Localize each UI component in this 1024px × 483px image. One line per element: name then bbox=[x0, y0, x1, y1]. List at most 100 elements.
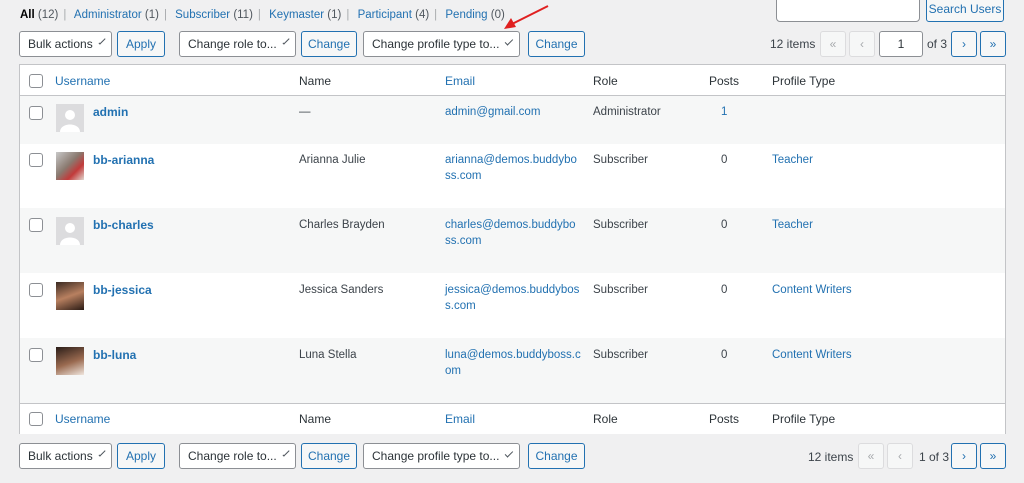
change-profile-type-select[interactable]: Change profile type to... bbox=[363, 31, 520, 57]
table-row: bb-arianna Arianna Julie arianna@demos.b… bbox=[20, 144, 1005, 208]
avatar bbox=[56, 217, 84, 245]
row-checkbox[interactable] bbox=[29, 218, 43, 232]
change-role-label: Change role to... bbox=[188, 37, 277, 51]
bulk-actions-label: Bulk actions bbox=[28, 449, 93, 463]
user-profile-type[interactable]: Content Writers bbox=[772, 284, 852, 296]
select-all-checkbox[interactable] bbox=[29, 74, 43, 88]
column-email-footer[interactable]: Email bbox=[445, 412, 475, 426]
first-page-button[interactable]: « bbox=[820, 31, 846, 57]
user-name: — bbox=[299, 106, 311, 118]
change-profile-type-select-bottom[interactable]: Change profile type to... bbox=[363, 443, 520, 469]
table-row: bb-charles Charles Brayden charles@demos… bbox=[20, 208, 1005, 273]
username-link[interactable]: admin bbox=[93, 105, 128, 119]
user-email[interactable]: jessica@demos.buddybos s.com bbox=[445, 282, 580, 314]
filter-pending[interactable]: Pending bbox=[445, 9, 487, 21]
separator: | bbox=[257, 9, 261, 21]
change-profile-type-label: Change profile type to... bbox=[372, 449, 500, 463]
select-all-checkbox-footer[interactable] bbox=[29, 412, 43, 426]
column-username[interactable]: Username bbox=[55, 74, 110, 88]
separator: | bbox=[434, 9, 438, 21]
items-count: 12 items bbox=[770, 37, 816, 51]
column-username-footer[interactable]: Username bbox=[55, 412, 110, 426]
change-role-label: Change role to... bbox=[188, 449, 277, 463]
change-profile-type-button-bottom[interactable]: Change bbox=[528, 443, 585, 469]
first-page-button-bottom[interactable]: « bbox=[858, 443, 884, 469]
change-profile-type-label: Change profile type to... bbox=[372, 37, 500, 51]
table-footer: Username Name Email Role Posts Profile T… bbox=[20, 403, 1005, 434]
prev-page-button[interactable]: ‹ bbox=[849, 31, 875, 57]
user-name: Arianna Julie bbox=[299, 154, 366, 166]
username-link[interactable]: bb-charles bbox=[93, 218, 154, 232]
row-checkbox[interactable] bbox=[29, 106, 43, 120]
row-checkbox[interactable] bbox=[29, 348, 43, 362]
prev-page-button-bottom[interactable]: ‹ bbox=[887, 443, 913, 469]
change-role-select-bottom[interactable]: Change role to... bbox=[179, 443, 296, 469]
user-email[interactable]: luna@demos.buddyboss.c om bbox=[445, 347, 581, 379]
user-role: Subscriber bbox=[593, 349, 648, 361]
total-pages: of 3 bbox=[927, 37, 948, 51]
search-users-input[interactable] bbox=[776, 0, 920, 22]
filter-subscriber-count: (11) bbox=[233, 9, 253, 21]
filter-keymaster[interactable]: Keymaster bbox=[269, 9, 324, 21]
separator: | bbox=[163, 9, 167, 21]
current-page-input[interactable]: 1 bbox=[879, 31, 923, 57]
change-role-select[interactable]: Change role to... bbox=[179, 31, 296, 57]
filter-administrator[interactable]: Administrator bbox=[74, 9, 142, 21]
user-role: Subscriber bbox=[593, 219, 648, 231]
bulk-actions-select[interactable]: Bulk actions bbox=[19, 31, 112, 57]
annotation-arrow-icon bbox=[504, 5, 549, 29]
user-email[interactable]: admin@gmail.com bbox=[445, 106, 540, 118]
user-role: Subscriber bbox=[593, 284, 648, 296]
filter-all[interactable]: All bbox=[20, 9, 35, 21]
username-link[interactable]: bb-jessica bbox=[93, 283, 152, 297]
user-role: Subscriber bbox=[593, 154, 648, 166]
user-posts[interactable]: 1 bbox=[721, 106, 727, 118]
separator: | bbox=[63, 9, 67, 21]
user-name: Luna Stella bbox=[299, 349, 357, 361]
change-role-button-bottom[interactable]: Change bbox=[301, 443, 357, 469]
separator: | bbox=[346, 9, 350, 21]
chevron-down-icon bbox=[282, 37, 290, 45]
chevron-down-icon bbox=[505, 449, 514, 458]
user-profile-type[interactable]: Teacher bbox=[772, 154, 813, 166]
filter-participant[interactable]: Participant bbox=[358, 9, 412, 21]
user-name: Charles Brayden bbox=[299, 219, 385, 231]
bulk-actions-label: Bulk actions bbox=[28, 37, 93, 51]
chevron-down-icon bbox=[282, 449, 290, 457]
user-role-filters: All (12) | Administrator (1) | Subscriber … bbox=[20, 9, 505, 21]
last-page-button[interactable]: » bbox=[980, 31, 1006, 57]
change-profile-type-button[interactable]: Change bbox=[528, 31, 585, 57]
apply-button[interactable]: Apply bbox=[117, 31, 165, 57]
table-header: Username Name Email Role Posts Profile T… bbox=[20, 65, 1005, 96]
user-profile-type[interactable]: Content Writers bbox=[772, 349, 852, 361]
apply-button-bottom[interactable]: Apply bbox=[117, 443, 165, 469]
user-posts: 0 bbox=[721, 284, 728, 296]
column-role-footer: Role bbox=[593, 412, 618, 426]
user-email[interactable]: arianna@demos.buddybo ss.com bbox=[445, 152, 580, 184]
user-email[interactable]: charles@demos.buddybo ss.com bbox=[445, 217, 580, 249]
column-email[interactable]: Email bbox=[445, 74, 475, 88]
bulk-actions-select-bottom[interactable]: Bulk actions bbox=[19, 443, 112, 469]
search-users-button[interactable]: Search Users bbox=[926, 0, 1004, 22]
page-indicator-bottom: 1 of 3 bbox=[919, 450, 950, 464]
next-page-button-bottom[interactable]: › bbox=[951, 443, 977, 469]
last-page-button-bottom[interactable]: » bbox=[980, 443, 1006, 469]
column-name: Name bbox=[299, 74, 332, 88]
row-checkbox[interactable] bbox=[29, 153, 43, 167]
avatar bbox=[56, 282, 84, 310]
username-link[interactable]: bb-arianna bbox=[93, 153, 154, 167]
items-count-bottom: 12 items bbox=[808, 450, 854, 464]
filter-subscriber[interactable]: Subscriber bbox=[175, 9, 230, 21]
column-role: Role bbox=[593, 74, 618, 88]
username-link[interactable]: bb-luna bbox=[93, 348, 136, 362]
change-role-button[interactable]: Change bbox=[301, 31, 357, 57]
filter-all-count: (12) bbox=[37, 9, 59, 21]
next-page-button[interactable]: › bbox=[951, 31, 977, 57]
user-profile-type[interactable]: Teacher bbox=[772, 219, 813, 231]
avatar bbox=[56, 347, 84, 375]
user-posts: 0 bbox=[721, 349, 728, 361]
column-name-footer: Name bbox=[299, 412, 332, 426]
filter-keymaster-count: (1) bbox=[327, 9, 342, 21]
row-checkbox[interactable] bbox=[29, 283, 43, 297]
user-posts: 0 bbox=[721, 219, 728, 231]
